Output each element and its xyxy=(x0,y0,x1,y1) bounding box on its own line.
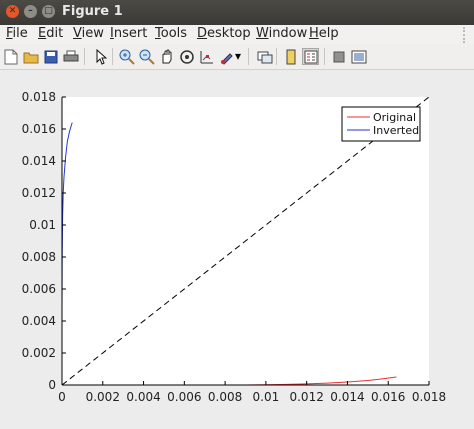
menu-edit[interactable]: Edit xyxy=(38,26,63,41)
figure-window: ✕ – □ Figure 1 File Edit View Insert Too… xyxy=(0,0,474,425)
x-tick-label: 0.002 xyxy=(86,390,120,404)
data-cursor-icon[interactable] xyxy=(198,48,215,65)
x-tick-label: 0.01 xyxy=(253,390,280,404)
menubar-grip xyxy=(463,27,473,43)
toolbar-separator xyxy=(276,48,277,65)
y-tick-label: 0.014 xyxy=(22,154,56,168)
toolbar-separator xyxy=(84,48,85,65)
y-tick-label: 0.01 xyxy=(29,218,56,232)
legend-label-original: Original xyxy=(373,111,416,124)
menu-tools[interactable]: Tools xyxy=(155,26,187,41)
toolbar-separator xyxy=(112,48,113,65)
menu-insert[interactable]: Insert xyxy=(110,26,147,41)
zoom-in-icon[interactable] xyxy=(118,48,135,65)
x-tick-label: 0.008 xyxy=(208,390,242,404)
pointer-icon[interactable] xyxy=(92,48,109,65)
menu-bar: File Edit View Insert Tools Desktop Wind… xyxy=(0,25,474,44)
print-icon[interactable] xyxy=(62,48,79,65)
zoom-out-icon[interactable] xyxy=(138,48,155,65)
rotate-3d-icon[interactable] xyxy=(178,48,195,65)
toolbar-separator xyxy=(324,48,325,65)
y-tick-label: 0.012 xyxy=(22,186,56,200)
x-tick-label: 0.012 xyxy=(289,390,323,404)
minimize-button[interactable]: – xyxy=(24,5,37,18)
menu-view[interactable]: View xyxy=(73,26,104,41)
y-tick-label: 0.006 xyxy=(22,282,56,296)
toolbar: ▾ xyxy=(0,44,474,70)
window-title: Figure 1 xyxy=(62,4,123,19)
y-tick-label: 0.018 xyxy=(22,90,56,104)
hide-plot-tools-icon[interactable] xyxy=(330,48,347,65)
x-tick-label: 0.018 xyxy=(412,390,446,404)
y-tick-label: 0.008 xyxy=(22,250,56,264)
y-tick-label: 0.016 xyxy=(22,122,56,136)
new-figure-icon[interactable] xyxy=(2,48,19,65)
x-tick-label: 0.014 xyxy=(330,390,364,404)
y-tick-label: 0.002 xyxy=(22,346,56,360)
x-tick-label: 0.016 xyxy=(371,390,405,404)
toolbar-separator xyxy=(248,48,249,65)
show-plot-tools-icon[interactable] xyxy=(350,48,367,65)
title-bar: ✕ – □ Figure 1 xyxy=(0,0,474,25)
link-plot-icon[interactable] xyxy=(256,48,273,65)
x-tick-label: 0 xyxy=(58,390,66,404)
figure-canvas: 0 0.002 0.004 0.006 0.008 0.01 0.012 0.014 0.016… xyxy=(0,70,474,425)
maximize-button[interactable]: □ xyxy=(42,5,55,18)
x-tick-label: 0.004 xyxy=(126,390,160,404)
menu-help[interactable]: Help xyxy=(309,26,339,41)
y-tick-label: 0.004 xyxy=(22,314,56,328)
open-file-icon[interactable] xyxy=(22,48,39,65)
brush-dropdown-icon[interactable]: ▾ xyxy=(233,48,243,65)
pan-icon[interactable] xyxy=(158,48,175,65)
legend-label-inverted: Inverted xyxy=(373,124,419,137)
menu-file[interactable]: File xyxy=(6,26,28,41)
colorbar-icon[interactable] xyxy=(282,48,299,65)
menu-window[interactable]: Window xyxy=(256,26,307,41)
menu-desktop[interactable]: Desktop xyxy=(197,26,251,41)
plot-svg: 0 0.002 0.004 0.006 0.008 0.01 0.012 0.014 0.016… xyxy=(22,90,447,404)
close-button[interactable]: ✕ xyxy=(6,5,19,18)
save-icon[interactable] xyxy=(42,48,59,65)
y-tick-label: 0 xyxy=(48,378,56,392)
x-tick-label: 0.006 xyxy=(167,390,201,404)
legend-icon[interactable] xyxy=(302,48,319,65)
